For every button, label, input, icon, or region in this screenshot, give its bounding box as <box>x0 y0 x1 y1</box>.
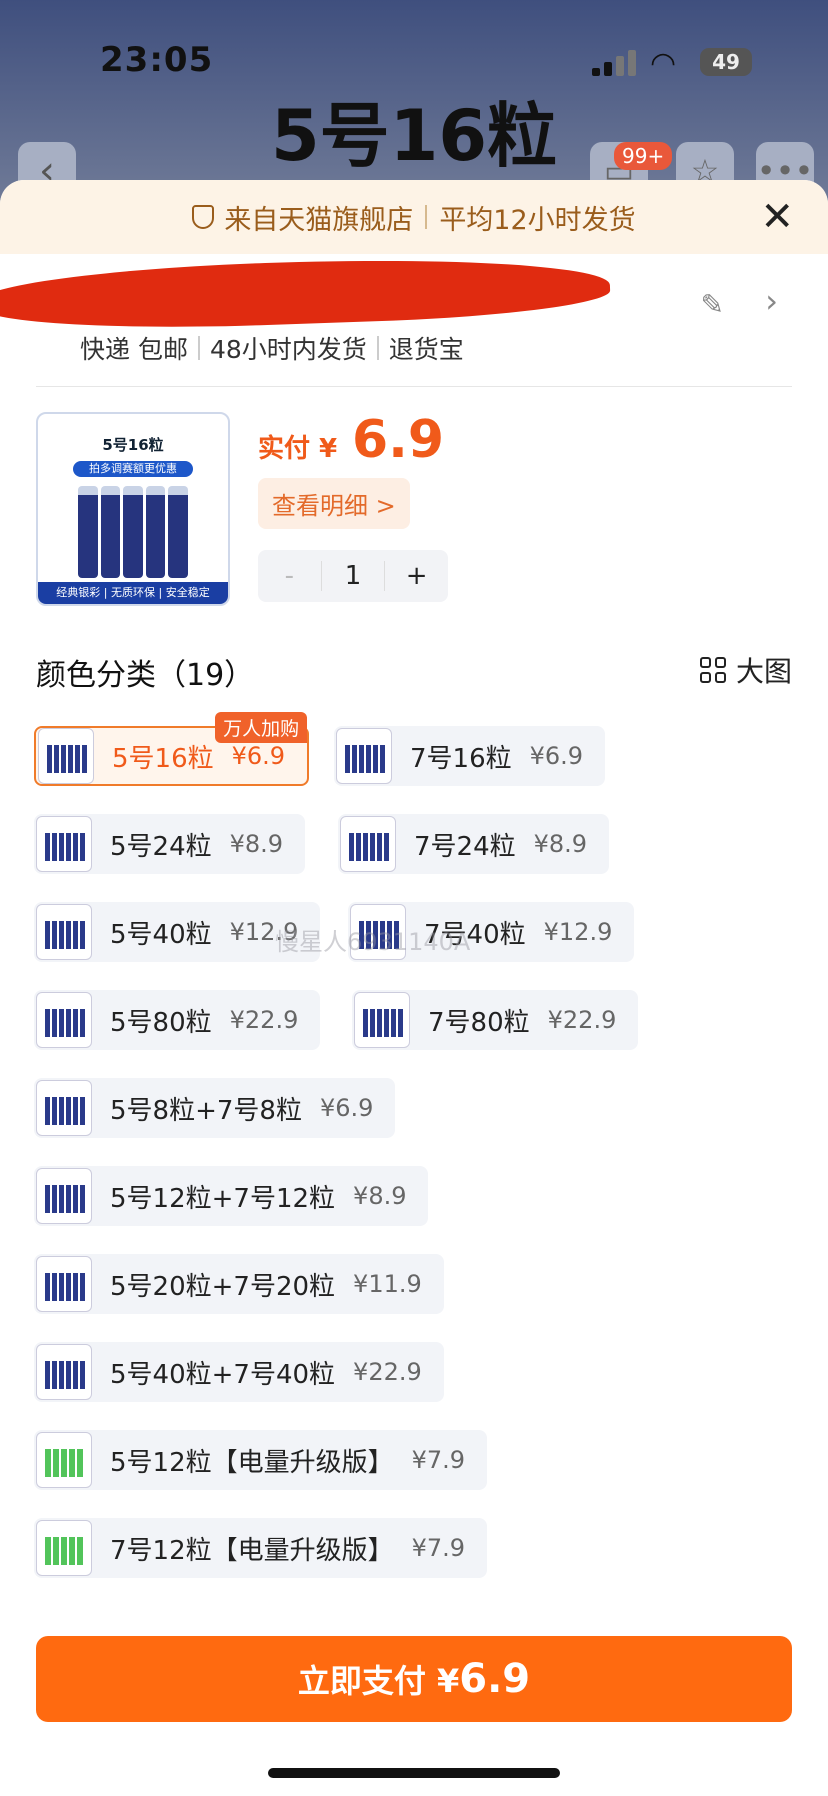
option-item[interactable]: 7号24粒 ¥8.9 <box>338 814 610 874</box>
option-item[interactable]: 5号12粒+7号12粒 ¥8.9 <box>34 1166 429 1226</box>
cart-badge: 99+ <box>614 142 673 170</box>
pay-price: 6.9 <box>352 410 445 470</box>
category-title: 颜色分类（19） <box>36 658 255 693</box>
shield-icon <box>192 205 215 229</box>
big-view-button[interactable]: 大图 <box>699 650 792 690</box>
quantity-stepper: - 1 + <box>258 550 448 602</box>
option-thumbnail <box>38 728 94 784</box>
home-indicator[interactable] <box>268 1768 560 1778</box>
signal-icon <box>592 50 636 76</box>
product-image[interactable]: 5号16粒 拍多调赛额更优惠 经典银彩 | 无质环保 | 安全稳定 <box>36 412 230 606</box>
watermark: 慢星人6931140A <box>275 928 471 956</box>
view-details-button[interactable]: 查看明细 > <box>258 478 410 529</box>
pay-now-button[interactable]: 立即支付 ¥6.9 <box>36 1636 792 1722</box>
option-item[interactable]: 5号24粒 ¥8.9 <box>34 814 306 874</box>
pay-label: 实付 ¥ <box>258 434 338 464</box>
divider <box>36 386 792 387</box>
option-item[interactable]: 5号40粒+7号40粒 ¥22.9 <box>34 1342 444 1402</box>
edit-icon[interactable]: ✎ <box>701 288 724 321</box>
address-redaction <box>0 251 611 335</box>
close-icon[interactable]: ✕ <box>760 197 794 237</box>
banner-delivery: 平均12小时发货 <box>439 204 636 236</box>
wifi-icon: ◠ <box>650 46 677 81</box>
decrease-button[interactable]: - <box>258 561 321 591</box>
option-item[interactable]: 5号16粒 ¥6.9 万人加购 <box>34 712 310 786</box>
chevron-right-icon[interactable]: › <box>765 282 778 320</box>
increase-button[interactable]: + <box>385 561 448 591</box>
shipping-info: 快递 包邮 48小时内发货 退货宝 <box>80 335 464 364</box>
popular-badge: 万人加购 <box>215 712 308 743</box>
store-banner: 来自天猫旗舰店 平均12小时发货 ✕ <box>0 180 828 254</box>
option-item[interactable]: 7号80粒 ¥22.9 <box>352 990 639 1050</box>
option-item[interactable]: 7号12粒【电量升级版】 ¥7.9 <box>34 1518 488 1578</box>
option-item[interactable]: 5号12粒【电量升级版】 ¥7.9 <box>34 1430 488 1490</box>
status-time: 23:05 <box>100 40 214 80</box>
quantity-value[interactable]: 1 <box>322 561 385 591</box>
option-item[interactable]: 5号20粒+7号20粒 ¥11.9 <box>34 1254 444 1314</box>
grid-icon <box>699 657 726 683</box>
option-item[interactable]: 7号16粒 ¥6.9 <box>334 726 606 786</box>
option-item[interactable]: 5号8粒+7号8粒 ¥6.9 <box>34 1078 396 1138</box>
purchase-sheet: 来自天猫旗舰店 平均12小时发货 ✕ ✎ › 快递 包邮 48小时内发货 退货宝… <box>0 180 828 1796</box>
banner-store: 来自天猫旗舰店 <box>224 204 414 236</box>
option-item[interactable]: 5号80粒 ¥22.9 <box>34 990 321 1050</box>
battery-icon: 49 <box>700 48 752 76</box>
